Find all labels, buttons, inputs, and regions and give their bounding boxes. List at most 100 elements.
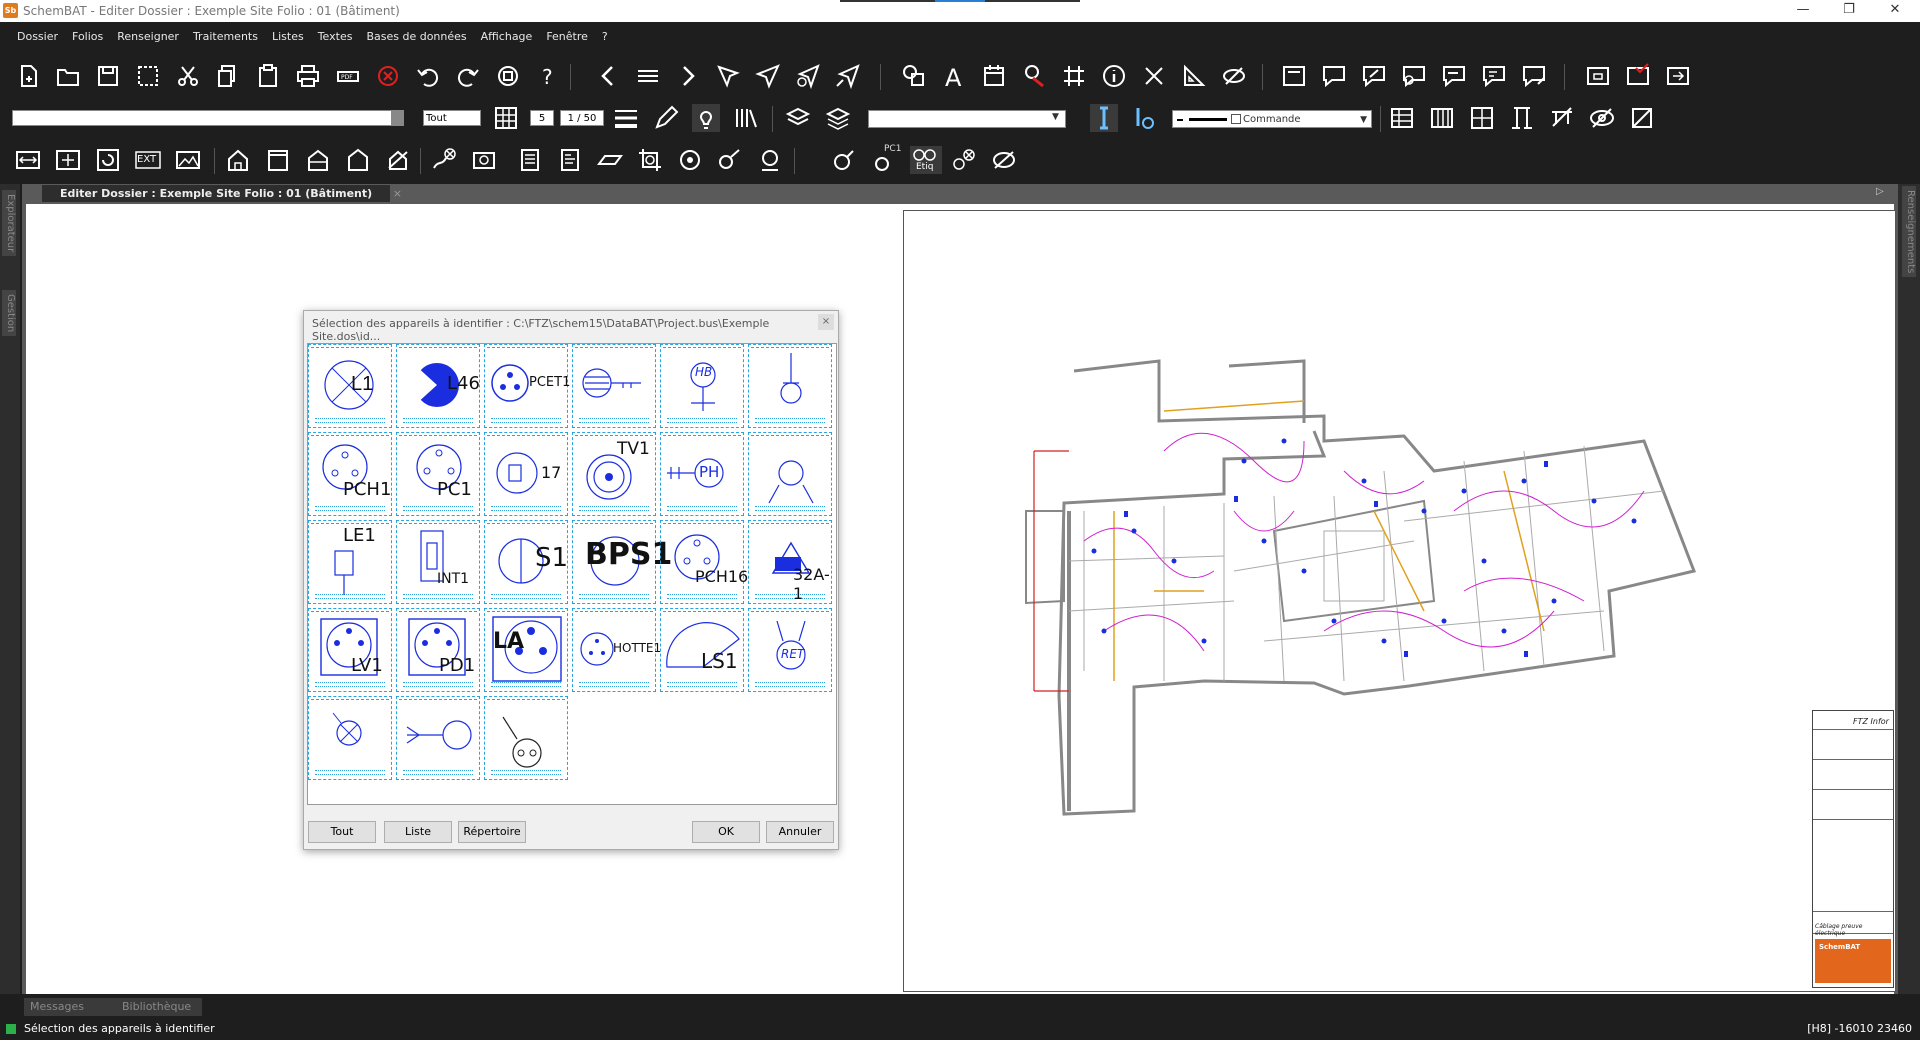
comment-icon[interactable] (1320, 62, 1348, 90)
layer-select-chevron-icon[interactable]: ▼ (1052, 112, 1059, 122)
menu-traitements[interactable]: Traitements (186, 22, 265, 52)
window-frame-icon[interactable] (1584, 62, 1612, 90)
management-tab[interactable]: Gestion (2, 290, 16, 337)
menu-fenetre[interactable]: Fenêtre (539, 22, 595, 52)
wire-remove-icon[interactable] (430, 146, 458, 174)
symbol-cell[interactable] (484, 696, 568, 780)
filter-select[interactable]: Tout (423, 110, 481, 126)
open-folder-icon[interactable] (54, 62, 82, 90)
symbol-cell[interactable]: LV1 (308, 608, 392, 692)
close-window-button[interactable]: ✕ (1880, 2, 1910, 20)
number-input[interactable]: 5 (530, 110, 554, 126)
label-hide-icon[interactable] (990, 146, 1018, 174)
document-tab-close[interactable]: × (393, 185, 402, 202)
close-x-icon[interactable] (1140, 62, 1168, 90)
table-grid-icon[interactable] (1468, 104, 1496, 132)
new-file-icon[interactable] (14, 62, 42, 90)
symbol-cell[interactable]: L1 (308, 344, 392, 428)
symbol-cell[interactable]: PD1 (396, 608, 480, 692)
text-input-handle[interactable] (391, 111, 403, 125)
table-columns-icon[interactable] (1428, 104, 1456, 132)
symbol-cell[interactable]: S1 (484, 520, 568, 604)
roof-icon[interactable] (344, 146, 372, 174)
menu-help[interactable]: ? (595, 22, 615, 52)
symbol-cell[interactable]: LS1 (660, 608, 744, 692)
shapes-icon[interactable] (900, 62, 928, 90)
hide-network-icon[interactable] (1548, 104, 1576, 132)
previous-icon[interactable] (594, 62, 622, 90)
menu-textes[interactable]: Textes (311, 22, 360, 52)
symbol-cell[interactable]: RET (748, 608, 832, 692)
menu-listes[interactable]: Listes (265, 22, 311, 52)
hide-layout-icon[interactable] (1628, 104, 1656, 132)
text-tool-icon[interactable]: A (940, 62, 968, 92)
undo-icon[interactable] (414, 62, 442, 90)
menu-folios[interactable]: Folios (65, 22, 110, 52)
hash-grid-icon[interactable] (1060, 62, 1088, 90)
menu-affichage[interactable]: Affichage (474, 22, 540, 52)
drawing-sheet[interactable] (903, 210, 1896, 992)
menu-renseigner[interactable]: Renseigner (110, 22, 186, 52)
redo-icon[interactable] (454, 62, 482, 90)
explorer-tab[interactable]: Explorateur (2, 190, 16, 257)
help-icon[interactable]: ? (534, 62, 562, 90)
list-document-icon[interactable] (516, 146, 544, 174)
device-settings-icon[interactable] (756, 146, 784, 174)
next-icon[interactable] (674, 62, 702, 90)
symbol-cell[interactable]: PCH16 (660, 520, 748, 604)
select-frame-icon[interactable] (134, 62, 162, 90)
bracket-table-icon[interactable] (1508, 104, 1536, 132)
symbol-cell[interactable]: PH (660, 432, 744, 516)
symbol-cell[interactable] (396, 696, 480, 780)
symbol-cell[interactable]: L46 (396, 344, 480, 428)
comment-pen-icon[interactable] (1520, 62, 1548, 90)
minimize-button[interactable]: — (1788, 2, 1818, 20)
table-rows-icon[interactable] (1388, 104, 1416, 132)
crop-symbol-icon[interactable] (636, 146, 664, 174)
list-button[interactable]: Liste (384, 821, 452, 843)
cable-tray-icon[interactable] (596, 146, 624, 174)
symbol-cell[interactable] (748, 344, 832, 428)
text-input[interactable] (12, 110, 404, 126)
vertical-cursor-icon[interactable] (1090, 104, 1118, 132)
stop-icon[interactable] (494, 62, 522, 90)
pointer-arrow-icon[interactable] (714, 62, 742, 90)
etiq-button[interactable]: Etiq (910, 146, 942, 174)
symbol-cell[interactable] (572, 344, 656, 428)
ext-button[interactable]: EXT (134, 146, 162, 174)
grid-icon[interactable] (492, 104, 520, 132)
pencil-icon[interactable] (652, 104, 680, 132)
comment-settings-icon[interactable] (1400, 62, 1428, 90)
symbol-cell[interactable]: HOTTE1 (572, 608, 661, 692)
select-all-button[interactable]: Tout (308, 821, 376, 843)
symbol-cell[interactable]: LA (484, 608, 568, 692)
send-add-icon[interactable] (794, 62, 822, 90)
symbol-cell[interactable]: BPS1 (572, 520, 672, 604)
restore-button[interactable]: ❐ (1834, 2, 1864, 20)
symbol-cell[interactable]: 32A-1 (748, 520, 832, 604)
symbol-cell[interactable]: LE1 (308, 520, 392, 604)
pc1-button[interactable]: PC1 (870, 144, 901, 174)
label-remove-icon[interactable] (950, 146, 978, 174)
room-icon[interactable] (264, 146, 292, 174)
comment-edit-icon[interactable] (1360, 62, 1388, 90)
symbol-remove-icon[interactable] (1020, 62, 1048, 90)
move-all-icon[interactable] (54, 146, 82, 174)
symbol-cell[interactable]: 17 (484, 432, 568, 516)
ok-button[interactable]: OK (692, 821, 760, 843)
cancel-button[interactable]: Annuler (766, 821, 834, 843)
send-arrow-icon[interactable] (754, 62, 782, 90)
layers-settings-icon[interactable] (824, 104, 852, 132)
link-device-icon[interactable] (716, 146, 744, 174)
window-export-icon[interactable] (1664, 62, 1692, 90)
line-weight-icon[interactable] (612, 104, 640, 132)
calendar-icon[interactable] (980, 62, 1008, 90)
pdf-print-icon[interactable]: PDF (334, 62, 362, 90)
cancel-red-icon[interactable] (374, 62, 402, 90)
house-icon[interactable] (224, 146, 252, 174)
building-icon[interactable] (304, 146, 332, 174)
symbol-cell[interactable] (308, 696, 392, 780)
comment-tag-icon[interactable] (1480, 62, 1508, 90)
window-check-icon[interactable] (1624, 62, 1652, 90)
command-line-select[interactable]: Commande ▼ (1172, 110, 1372, 128)
